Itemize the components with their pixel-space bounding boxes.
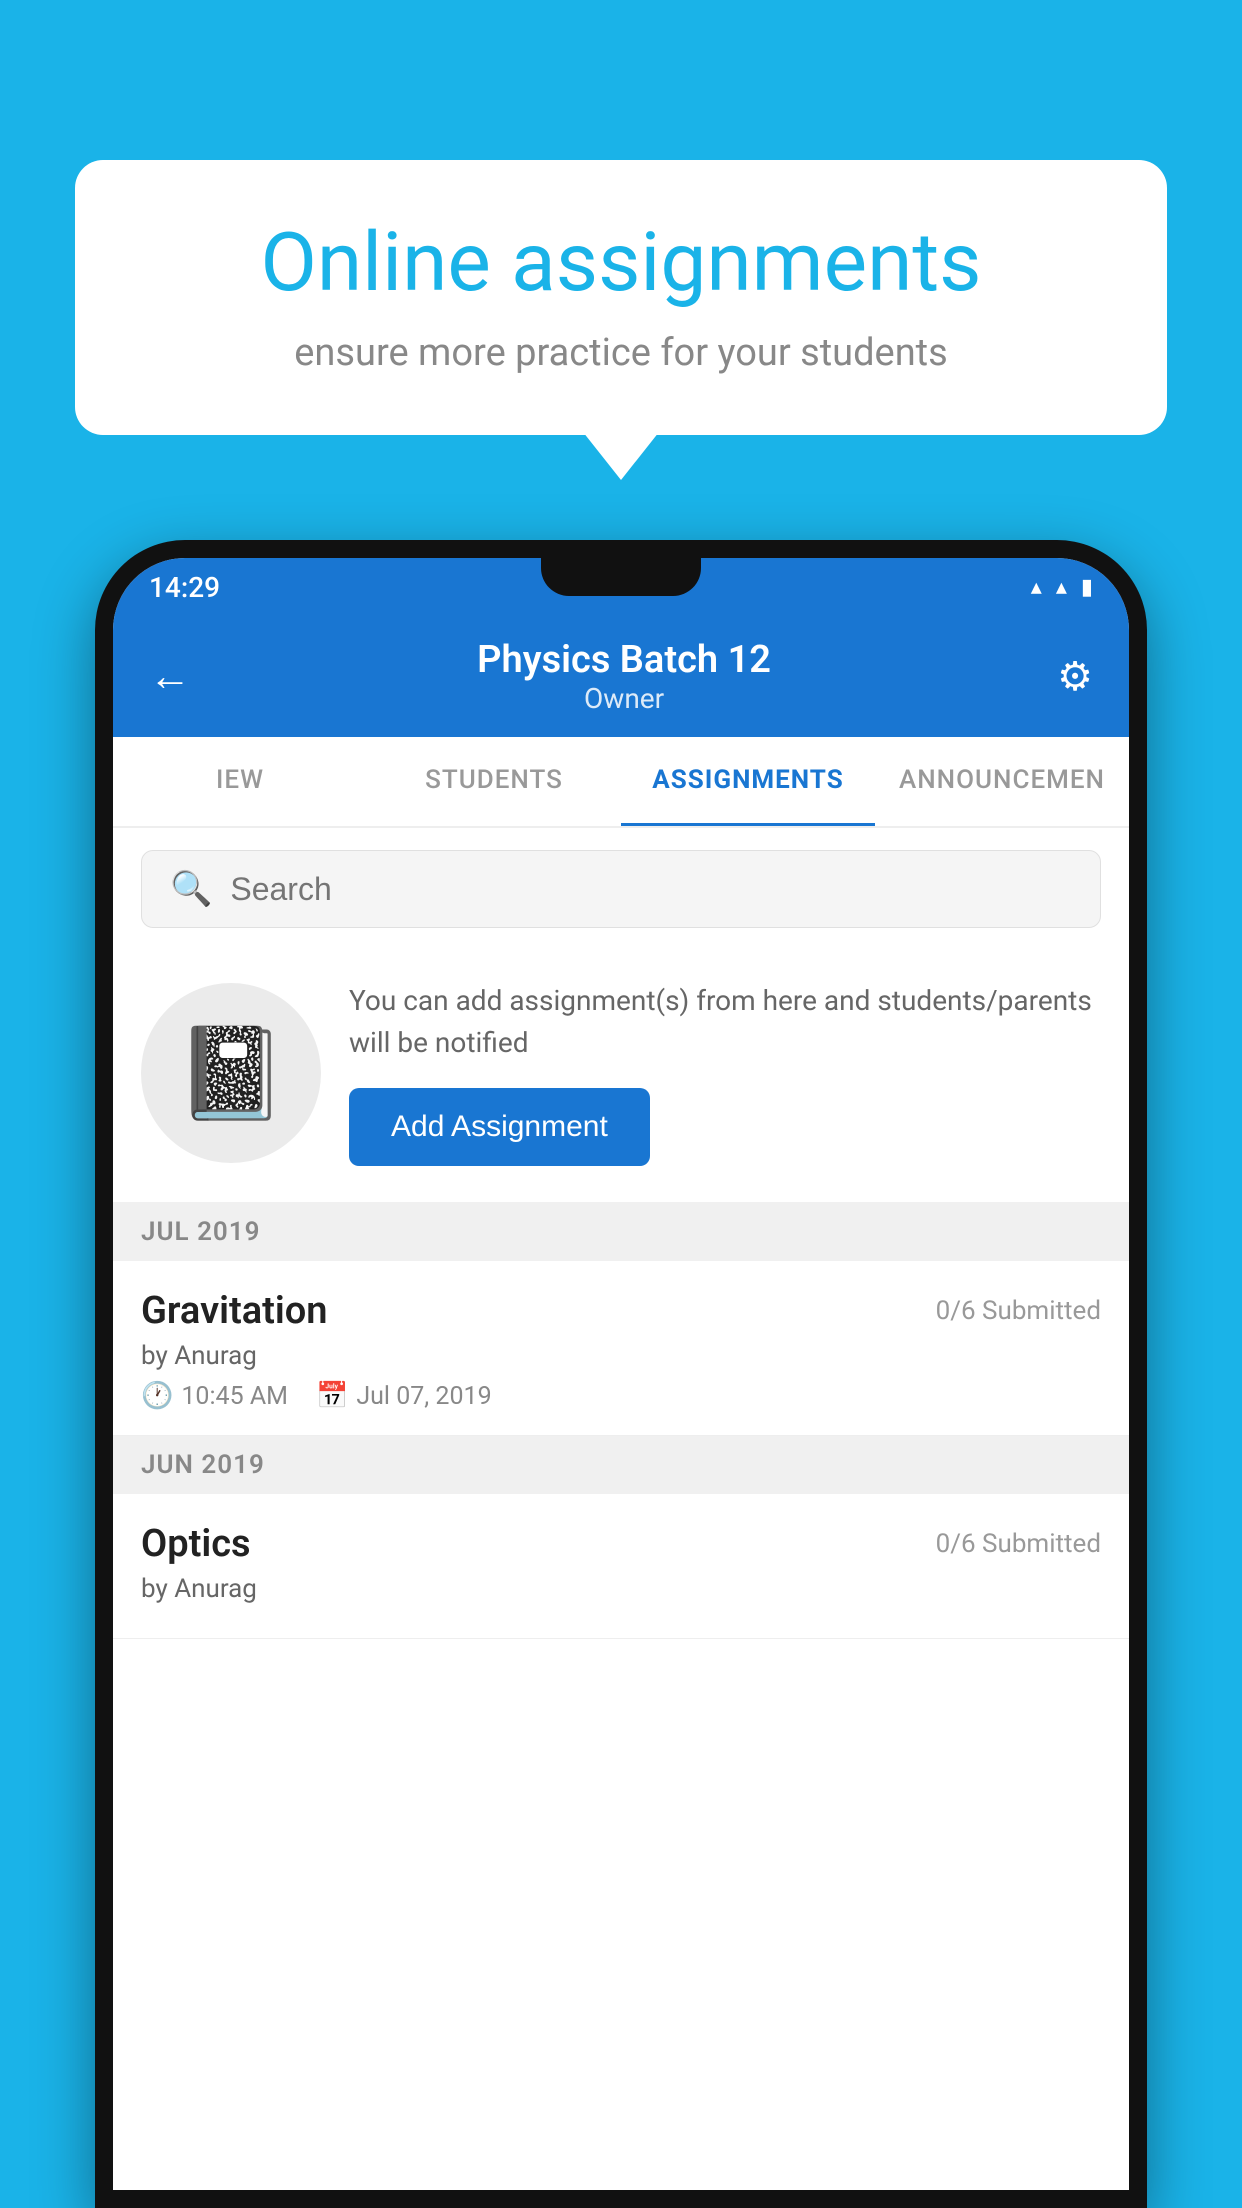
notch: [541, 558, 701, 596]
assignment-item-gravitation[interactable]: Gravitation 0/6 Submitted by Anurag 🕐 10…: [113, 1261, 1129, 1436]
header-title: Physics Batch 12: [191, 638, 1057, 682]
assignment-submitted-optics: 0/6 Submitted: [936, 1529, 1101, 1559]
add-assignment-description: You can add assignment(s) from here and …: [349, 980, 1101, 1064]
section-header-jun: JUN 2019: [113, 1436, 1129, 1494]
add-assignment-button[interactable]: Add Assignment: [349, 1088, 650, 1166]
bubble-subtitle: ensure more practice for your students: [145, 331, 1097, 375]
assignment-meta-gravitation: 🕐 10:45 AM 📅 Jul 07, 2019: [141, 1381, 1101, 1411]
speech-bubble: Online assignments ensure more practice …: [75, 160, 1167, 435]
add-assignment-section: 📓 You can add assignment(s) from here an…: [113, 950, 1129, 1203]
tab-announcements[interactable]: ANNOUNCEMEN: [875, 737, 1129, 826]
section-header-jul: JUL 2019: [113, 1203, 1129, 1261]
assignment-by-gravitation: by Anurag: [141, 1341, 1101, 1371]
tab-assignments[interactable]: ASSIGNMENTS: [621, 737, 875, 826]
tab-iew[interactable]: IEW: [113, 737, 367, 826]
header-subtitle: Owner: [191, 682, 1057, 715]
speech-bubble-container: Online assignments ensure more practice …: [75, 160, 1167, 435]
wifi-icon: ▴: [1031, 575, 1042, 600]
assignment-time: 10:45 AM: [181, 1382, 288, 1411]
signal-icon: ▴: [1056, 575, 1067, 600]
content: 🔍 📓 You can add assignment(s) from here …: [113, 828, 1129, 1639]
clock-icon: 🕐: [141, 1381, 173, 1411]
assignment-date: Jul 07, 2019: [356, 1382, 491, 1411]
assignment-by-optics: by Anurag: [141, 1574, 1101, 1604]
add-assignment-right: You can add assignment(s) from here and …: [349, 980, 1101, 1166]
assignment-row1: Gravitation 0/6 Submitted: [141, 1289, 1101, 1333]
back-button[interactable]: ←: [149, 652, 191, 701]
phone-frame: 14:29 ▴ ▴ ▮ ← Physics Batch 12 Owner ⚙ I…: [95, 540, 1147, 2208]
assignment-time-item: 🕐 10:45 AM: [141, 1381, 288, 1411]
assignment-submitted-gravitation: 0/6 Submitted: [936, 1296, 1101, 1326]
header-center: Physics Batch 12 Owner: [191, 638, 1057, 715]
app-header: ← Physics Batch 12 Owner ⚙: [113, 616, 1129, 737]
assignment-icon-circle: 📓: [141, 983, 321, 1163]
battery-icon: ▮: [1081, 575, 1093, 600]
tabs: IEW STUDENTS ASSIGNMENTS ANNOUNCEMEN: [113, 737, 1129, 828]
assignment-item-optics[interactable]: Optics 0/6 Submitted by Anurag: [113, 1494, 1129, 1639]
bubble-title: Online assignments: [145, 215, 1097, 311]
search-bar[interactable]: 🔍: [141, 850, 1101, 928]
assignment-name-gravitation: Gravitation: [141, 1289, 328, 1333]
assignment-row1-optics: Optics 0/6 Submitted: [141, 1522, 1101, 1566]
tab-students[interactable]: STUDENTS: [367, 737, 621, 826]
status-time: 14:29: [149, 571, 220, 604]
status-icons: ▴ ▴ ▮: [1031, 575, 1093, 600]
status-bar: 14:29 ▴ ▴ ▮: [113, 558, 1129, 616]
search-icon: 🔍: [170, 869, 212, 909]
assignment-notebook-icon: 📓: [175, 1021, 287, 1126]
phone-inner: 14:29 ▴ ▴ ▮ ← Physics Batch 12 Owner ⚙ I…: [113, 558, 1129, 2190]
assignment-date-item: 📅 Jul 07, 2019: [316, 1381, 492, 1411]
calendar-icon: 📅: [316, 1381, 348, 1411]
search-input[interactable]: [230, 871, 1072, 908]
assignment-name-optics: Optics: [141, 1522, 251, 1566]
settings-button[interactable]: ⚙: [1057, 653, 1093, 700]
